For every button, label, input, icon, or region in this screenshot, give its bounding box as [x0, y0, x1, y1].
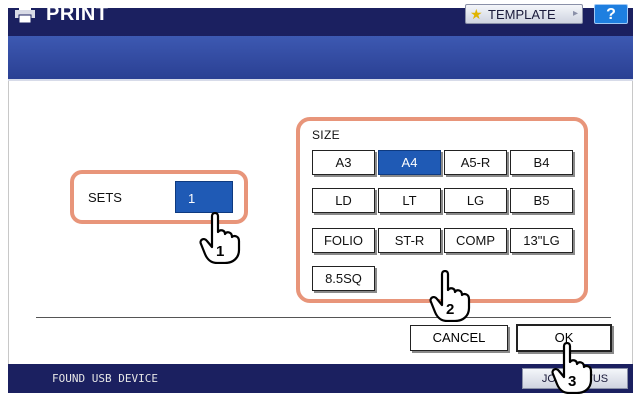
- size-button-lg[interactable]: LG: [444, 188, 507, 213]
- printer-icon: [15, 5, 35, 23]
- size-button-folio[interactable]: FOLIO: [312, 228, 375, 253]
- frame-edge-right: [632, 81, 633, 364]
- pointing-hand-icon: 2: [429, 270, 471, 322]
- step-number: 2: [446, 301, 454, 318]
- size-label: SIZE: [312, 128, 340, 142]
- page-title: PRINT: [46, 3, 109, 25]
- separator: [36, 317, 611, 318]
- size-button-a3[interactable]: A3: [312, 150, 375, 175]
- divider: [8, 79, 633, 81]
- pointing-hand-icon: 1: [199, 212, 241, 264]
- template-button-label: TEMPLATE: [488, 7, 556, 22]
- pointing-hand-icon: 3: [551, 342, 593, 394]
- size-button-8-5sq[interactable]: 8.5SQ: [312, 266, 375, 291]
- size-button-a4[interactable]: A4: [378, 150, 441, 175]
- step-number: 3: [568, 373, 576, 390]
- size-button-b4[interactable]: B4: [510, 150, 573, 175]
- chevron-right-icon: ▸: [572, 8, 578, 19]
- size-button-b5[interactable]: B5: [510, 188, 573, 213]
- size-button-comp[interactable]: COMP: [444, 228, 507, 253]
- star-icon: ★: [470, 6, 483, 22]
- size-button-st-r[interactable]: ST-R: [378, 228, 441, 253]
- header-band: [8, 36, 633, 80]
- frame-edge-left: [8, 81, 9, 364]
- sets-label: SETS: [88, 190, 122, 205]
- status-message: FOUND USB DEVICE: [52, 372, 158, 385]
- step-number: 1: [216, 243, 224, 260]
- template-button[interactable]: ★ TEMPLATE ▸: [465, 4, 583, 24]
- size-button-ld[interactable]: LD: [312, 188, 375, 213]
- size-button-lt[interactable]: LT: [378, 188, 441, 213]
- size-button-13lg[interactable]: 13"LG: [510, 228, 573, 253]
- size-button-a5r[interactable]: A5-R: [444, 150, 507, 175]
- help-button[interactable]: ?: [594, 4, 628, 24]
- cancel-button[interactable]: CANCEL: [410, 325, 508, 351]
- sets-input[interactable]: 1: [175, 181, 233, 213]
